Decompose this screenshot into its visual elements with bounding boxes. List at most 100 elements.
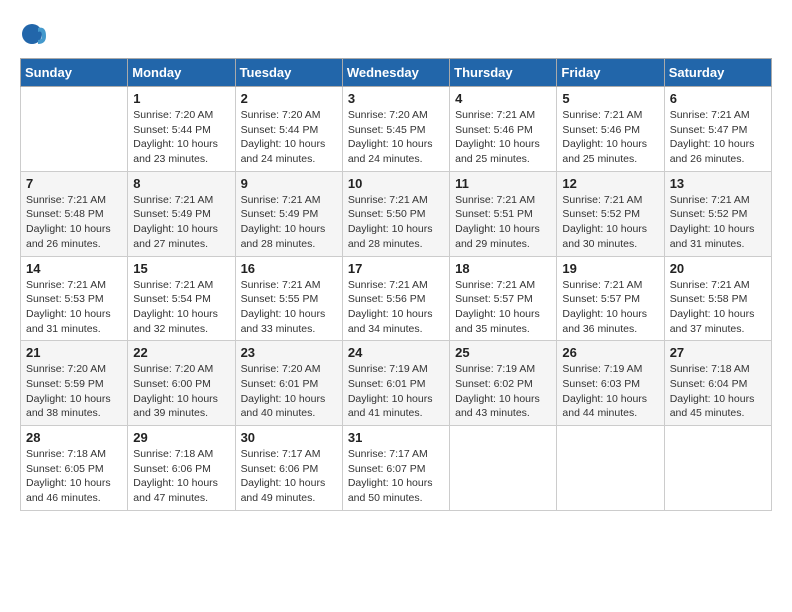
day-info: Sunrise: 7:21 AM Sunset: 5:54 PM Dayligh… (133, 278, 229, 337)
sunrise-label: Sunrise: 7:21 AM (348, 194, 428, 206)
logo-icon (20, 20, 48, 48)
day-number: 26 (562, 345, 658, 360)
day-info: Sunrise: 7:20 AM Sunset: 5:44 PM Dayligh… (241, 108, 337, 167)
sunrise-label: Sunrise: 7:19 AM (455, 363, 535, 375)
sunrise-label: Sunrise: 7:20 AM (348, 109, 428, 121)
calendar-cell: 7 Sunrise: 7:21 AM Sunset: 5:48 PM Dayli… (21, 171, 128, 256)
sunrise-label: Sunrise: 7:21 AM (455, 279, 535, 291)
calendar-cell (21, 87, 128, 172)
daylight-label: Daylight: 10 hours and 46 minutes. (26, 477, 111, 504)
day-number: 14 (26, 261, 122, 276)
daylight-label: Daylight: 10 hours and 29 minutes. (455, 223, 540, 250)
sunrise-label: Sunrise: 7:21 AM (133, 279, 213, 291)
daylight-label: Daylight: 10 hours and 43 minutes. (455, 393, 540, 420)
calendar-cell: 26 Sunrise: 7:19 AM Sunset: 6:03 PM Dayl… (557, 341, 664, 426)
calendar-cell: 11 Sunrise: 7:21 AM Sunset: 5:51 PM Dayl… (450, 171, 557, 256)
sunrise-label: Sunrise: 7:20 AM (26, 363, 106, 375)
page-header (20, 20, 772, 48)
daylight-label: Daylight: 10 hours and 25 minutes. (562, 138, 647, 165)
calendar-cell (557, 426, 664, 511)
daylight-label: Daylight: 10 hours and 49 minutes. (241, 477, 326, 504)
day-info: Sunrise: 7:17 AM Sunset: 6:07 PM Dayligh… (348, 447, 444, 506)
day-info: Sunrise: 7:20 AM Sunset: 6:00 PM Dayligh… (133, 362, 229, 421)
daylight-label: Daylight: 10 hours and 41 minutes. (348, 393, 433, 420)
sunrise-label: Sunrise: 7:21 AM (241, 279, 321, 291)
day-number: 21 (26, 345, 122, 360)
sunset-label: Sunset: 5:44 PM (241, 124, 319, 136)
sunset-label: Sunset: 6:02 PM (455, 378, 533, 390)
calendar-cell: 16 Sunrise: 7:21 AM Sunset: 5:55 PM Dayl… (235, 256, 342, 341)
day-number: 15 (133, 261, 229, 276)
daylight-label: Daylight: 10 hours and 31 minutes. (26, 308, 111, 335)
day-info: Sunrise: 7:21 AM Sunset: 5:55 PM Dayligh… (241, 278, 337, 337)
calendar-cell: 13 Sunrise: 7:21 AM Sunset: 5:52 PM Dayl… (664, 171, 771, 256)
daylight-label: Daylight: 10 hours and 37 minutes. (670, 308, 755, 335)
calendar-cell (664, 426, 771, 511)
day-number: 28 (26, 430, 122, 445)
calendar-cell: 1 Sunrise: 7:20 AM Sunset: 5:44 PM Dayli… (128, 87, 235, 172)
sunset-label: Sunset: 5:48 PM (26, 208, 104, 220)
day-info: Sunrise: 7:21 AM Sunset: 5:48 PM Dayligh… (26, 193, 122, 252)
weekday-header-sunday: Sunday (21, 59, 128, 87)
day-number: 3 (348, 91, 444, 106)
calendar-cell: 8 Sunrise: 7:21 AM Sunset: 5:49 PM Dayli… (128, 171, 235, 256)
calendar-cell: 17 Sunrise: 7:21 AM Sunset: 5:56 PM Dayl… (342, 256, 449, 341)
sunset-label: Sunset: 5:52 PM (562, 208, 640, 220)
sunrise-label: Sunrise: 7:21 AM (562, 279, 642, 291)
calendar-cell: 14 Sunrise: 7:21 AM Sunset: 5:53 PM Dayl… (21, 256, 128, 341)
calendar-cell: 6 Sunrise: 7:21 AM Sunset: 5:47 PM Dayli… (664, 87, 771, 172)
sunrise-label: Sunrise: 7:20 AM (133, 363, 213, 375)
sunrise-label: Sunrise: 7:19 AM (348, 363, 428, 375)
day-number: 22 (133, 345, 229, 360)
calendar-cell: 28 Sunrise: 7:18 AM Sunset: 6:05 PM Dayl… (21, 426, 128, 511)
daylight-label: Daylight: 10 hours and 24 minutes. (348, 138, 433, 165)
day-number: 27 (670, 345, 766, 360)
daylight-label: Daylight: 10 hours and 26 minutes. (26, 223, 111, 250)
day-number: 1 (133, 91, 229, 106)
sunset-label: Sunset: 5:53 PM (26, 293, 104, 305)
day-info: Sunrise: 7:19 AM Sunset: 6:01 PM Dayligh… (348, 362, 444, 421)
day-info: Sunrise: 7:20 AM Sunset: 6:01 PM Dayligh… (241, 362, 337, 421)
calendar-cell: 22 Sunrise: 7:20 AM Sunset: 6:00 PM Dayl… (128, 341, 235, 426)
day-info: Sunrise: 7:20 AM Sunset: 5:44 PM Dayligh… (133, 108, 229, 167)
sunset-label: Sunset: 6:01 PM (241, 378, 319, 390)
sunrise-label: Sunrise: 7:21 AM (455, 109, 535, 121)
calendar-cell: 27 Sunrise: 7:18 AM Sunset: 6:04 PM Dayl… (664, 341, 771, 426)
daylight-label: Daylight: 10 hours and 45 minutes. (670, 393, 755, 420)
calendar-cell: 4 Sunrise: 7:21 AM Sunset: 5:46 PM Dayli… (450, 87, 557, 172)
sunrise-label: Sunrise: 7:21 AM (133, 194, 213, 206)
calendar-cell: 18 Sunrise: 7:21 AM Sunset: 5:57 PM Dayl… (450, 256, 557, 341)
calendar-cell: 30 Sunrise: 7:17 AM Sunset: 6:06 PM Dayl… (235, 426, 342, 511)
calendar-cell: 2 Sunrise: 7:20 AM Sunset: 5:44 PM Dayli… (235, 87, 342, 172)
sunrise-label: Sunrise: 7:18 AM (133, 448, 213, 460)
daylight-label: Daylight: 10 hours and 32 minutes. (133, 308, 218, 335)
sunset-label: Sunset: 5:58 PM (670, 293, 748, 305)
daylight-label: Daylight: 10 hours and 40 minutes. (241, 393, 326, 420)
sunset-label: Sunset: 5:50 PM (348, 208, 426, 220)
sunset-label: Sunset: 6:03 PM (562, 378, 640, 390)
calendar-cell: 5 Sunrise: 7:21 AM Sunset: 5:46 PM Dayli… (557, 87, 664, 172)
calendar-cell: 23 Sunrise: 7:20 AM Sunset: 6:01 PM Dayl… (235, 341, 342, 426)
calendar-cell: 20 Sunrise: 7:21 AM Sunset: 5:58 PM Dayl… (664, 256, 771, 341)
sunset-label: Sunset: 6:01 PM (348, 378, 426, 390)
calendar-cell: 9 Sunrise: 7:21 AM Sunset: 5:49 PM Dayli… (235, 171, 342, 256)
daylight-label: Daylight: 10 hours and 24 minutes. (241, 138, 326, 165)
daylight-label: Daylight: 10 hours and 26 minutes. (670, 138, 755, 165)
sunset-label: Sunset: 5:46 PM (562, 124, 640, 136)
sunset-label: Sunset: 5:56 PM (348, 293, 426, 305)
sunrise-label: Sunrise: 7:21 AM (348, 279, 428, 291)
day-info: Sunrise: 7:20 AM Sunset: 5:59 PM Dayligh… (26, 362, 122, 421)
day-number: 25 (455, 345, 551, 360)
calendar-cell: 3 Sunrise: 7:20 AM Sunset: 5:45 PM Dayli… (342, 87, 449, 172)
day-number: 11 (455, 176, 551, 191)
day-info: Sunrise: 7:20 AM Sunset: 5:45 PM Dayligh… (348, 108, 444, 167)
daylight-label: Daylight: 10 hours and 25 minutes. (455, 138, 540, 165)
day-number: 6 (670, 91, 766, 106)
sunrise-label: Sunrise: 7:21 AM (241, 194, 321, 206)
calendar-cell (450, 426, 557, 511)
calendar-week-3: 14 Sunrise: 7:21 AM Sunset: 5:53 PM Dayl… (21, 256, 772, 341)
sunset-label: Sunset: 5:55 PM (241, 293, 319, 305)
sunrise-label: Sunrise: 7:20 AM (241, 363, 321, 375)
day-info: Sunrise: 7:17 AM Sunset: 6:06 PM Dayligh… (241, 447, 337, 506)
day-number: 10 (348, 176, 444, 191)
